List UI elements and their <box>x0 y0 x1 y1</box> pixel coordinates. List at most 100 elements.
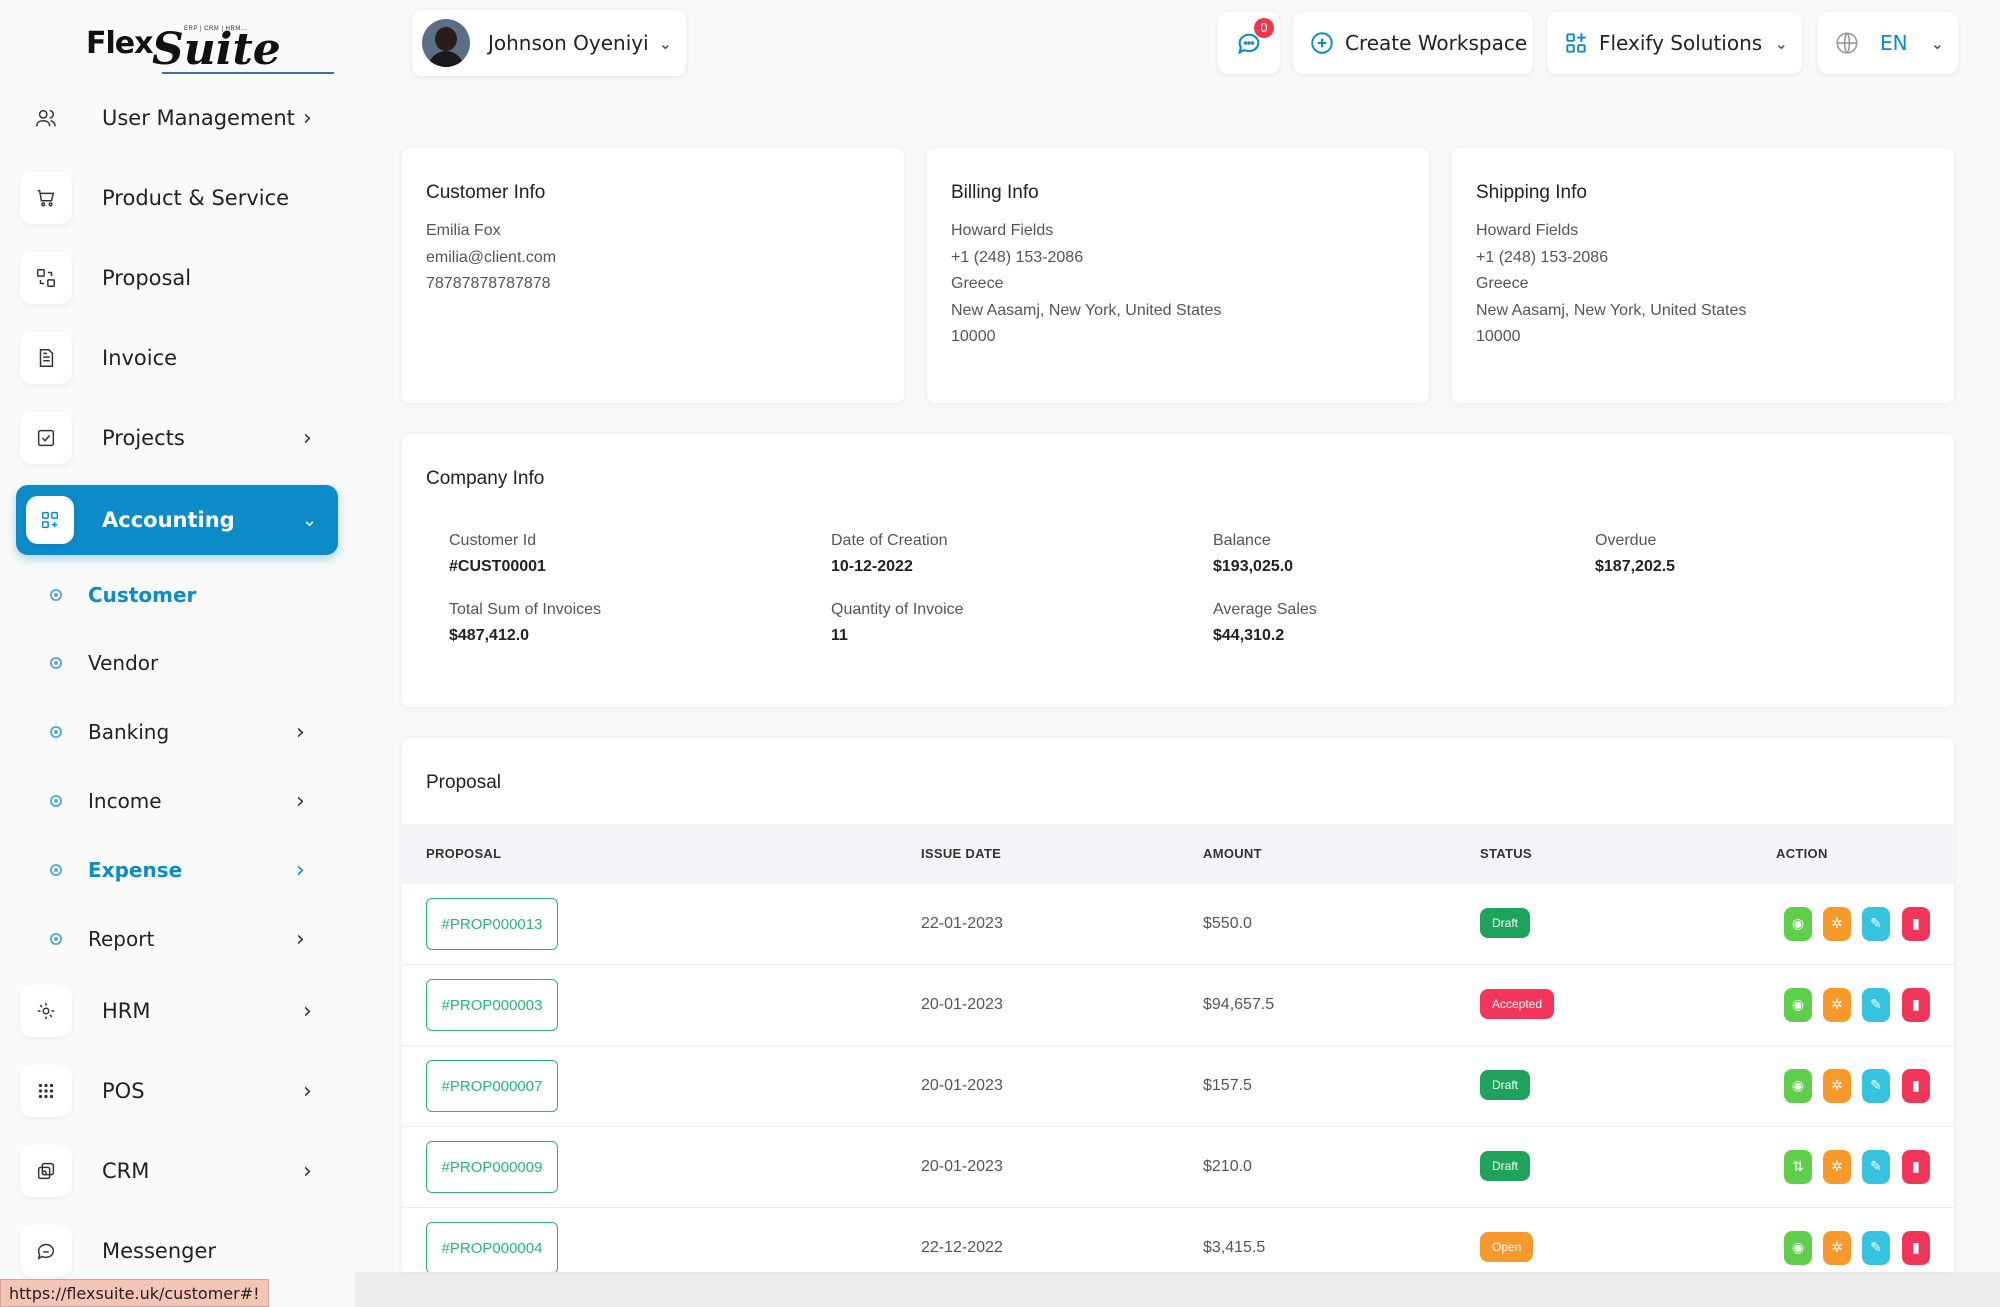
field-label: Customer Id <box>449 532 537 549</box>
invoice-icon <box>20 332 72 384</box>
sidebar-subitem-label: Banking <box>88 720 170 744</box>
sidebar-item-invoice[interactable]: Invoice <box>20 328 340 388</box>
sidebar-item-label: HRM <box>102 999 151 1023</box>
sidebar-subitem-customer[interactable]: Customer <box>50 575 340 615</box>
settings-icon[interactable]: ✲ <box>1823 988 1851 1022</box>
chevron-right-icon: › <box>296 926 305 952</box>
column-header: ISSUE DATE <box>921 846 1002 861</box>
chevron-down-icon: ⌄ <box>302 509 318 531</box>
table-row: #PROP000013 22-01-2023 $550.0 Draft ◉ ✲ … <box>402 884 1954 965</box>
issue-date: 20-01-2023 <box>921 1077 1003 1094</box>
field-label: Quantity of Invoice <box>831 601 964 618</box>
amount: $94,657.5 <box>1203 996 1275 1013</box>
sidebar-item-projects[interactable]: Projects › <box>20 408 340 468</box>
cart-icon <box>20 172 72 224</box>
edit-icon[interactable]: ✎ <box>1862 1231 1890 1265</box>
workspace-name: Flexify Solutions <box>1599 31 1763 55</box>
chevron-right-icon: › <box>303 425 312 451</box>
view-icon[interactable]: ◉ <box>1784 1231 1812 1265</box>
proposal-icon <box>20 252 72 304</box>
sidebar-subitem-banking[interactable]: Banking › <box>50 712 340 752</box>
field-value: 11 <box>831 627 848 644</box>
proposal-id-button[interactable]: #PROP000004 <box>426 1222 558 1272</box>
settings-icon[interactable]: ✲ <box>1823 907 1851 941</box>
sidebar-subitem-vendor[interactable]: Vendor <box>50 643 340 683</box>
issue-date: 20-01-2023 <box>921 1158 1003 1175</box>
user-menu[interactable]: Johnson Oyeniyi ⌄ <box>412 10 686 76</box>
edit-icon[interactable]: ✎ <box>1862 907 1890 941</box>
logo[interactable]: Flex ERP | CRM | HRM... Suite <box>84 24 334 75</box>
table-header: PROPOSAL ISSUE DATE AMOUNT STATUS ACTION <box>402 824 1954 884</box>
company-field-balance: Balance $193,025.0 <box>1213 532 1293 576</box>
chat-icon <box>20 1225 72 1277</box>
messages-button[interactable]: 0 <box>1218 12 1280 74</box>
proposal-id-button[interactable]: #PROP000009 <box>426 1141 558 1193</box>
sidebar-item-label: Messenger <box>102 1239 217 1263</box>
language-selector[interactable]: EN ⌄ <box>1818 12 1958 74</box>
amount: $550.0 <box>1203 915 1252 932</box>
customer-name: Emilia Fox <box>426 222 501 239</box>
sidebar-item-label: POS <box>102 1079 145 1103</box>
sidebar-item-proposal[interactable]: Proposal <box>20 248 340 308</box>
status-badge: Accepted <box>1480 989 1555 1019</box>
workspace-selector[interactable]: Flexify Solutions ⌄ <box>1547 12 1802 74</box>
field-value: #CUST00001 <box>449 558 546 575</box>
dots-grid-icon <box>20 1065 72 1117</box>
proposal-id-button[interactable]: #PROP000007 <box>426 1060 558 1112</box>
company-field-overdue: Overdue $187,202.5 <box>1595 532 1675 576</box>
sidebar-item-pos[interactable]: POS › <box>20 1061 340 1121</box>
convert-icon[interactable]: ⇅ <box>1784 1150 1812 1184</box>
chevron-right-icon: › <box>303 1158 312 1184</box>
sidebar-item-hrm[interactable]: HRM › <box>20 981 340 1041</box>
sidebar-item-accounting[interactable]: Accounting ⌄ <box>16 485 338 555</box>
status-badge: Open <box>1480 1232 1534 1262</box>
company-field-customer-id: Customer Id #CUST00001 <box>449 532 546 576</box>
sidebar-subitem-income[interactable]: Income › <box>50 781 340 821</box>
delete-icon[interactable]: ▮ <box>1902 1150 1930 1184</box>
grid-plus-icon <box>26 496 74 544</box>
column-header: ACTION <box>1776 846 1828 861</box>
edit-icon[interactable]: ✎ <box>1862 1150 1890 1184</box>
delete-icon[interactable]: ▮ <box>1902 907 1930 941</box>
view-icon[interactable]: ◉ <box>1784 907 1812 941</box>
proposal-id-button[interactable]: #PROP000003 <box>426 979 558 1031</box>
sidebar-item-crm[interactable]: CRM › <box>20 1141 340 1201</box>
column-header: PROPOSAL <box>426 846 502 861</box>
settings-icon[interactable]: ✲ <box>1823 1069 1851 1103</box>
view-icon[interactable]: ◉ <box>1784 1069 1812 1103</box>
settings-icon[interactable]: ✲ <box>1823 1231 1851 1265</box>
delete-icon[interactable]: ▮ <box>1902 1069 1930 1103</box>
bullet-icon <box>50 657 62 669</box>
sidebar-item-label: Projects <box>102 426 185 450</box>
proposal-id-button[interactable]: #PROP000013 <box>426 898 558 950</box>
create-workspace-button[interactable]: Create Workspace <box>1293 12 1533 74</box>
field-label: Overdue <box>1595 532 1657 549</box>
edit-icon[interactable]: ✎ <box>1862 988 1890 1022</box>
delete-icon[interactable]: ▮ <box>1902 988 1930 1022</box>
card-title: Proposal <box>426 772 501 793</box>
sidebar-item-user-management[interactable]: User Management › <box>20 88 340 148</box>
logo-text-suite: Suite <box>152 24 281 75</box>
company-field-average-sales: Average Sales $44,310.2 <box>1213 601 1317 645</box>
field-label: Average Sales <box>1213 601 1317 618</box>
column-header: AMOUNT <box>1203 846 1262 861</box>
column-header: STATUS <box>1480 846 1532 861</box>
card-title: Billing Info <box>951 182 1039 203</box>
field-label: Total Sum of Invoices <box>449 601 602 618</box>
view-icon[interactable]: ◉ <box>1784 988 1812 1022</box>
sidebar-subitem-label: Income <box>88 789 162 813</box>
sidebar-item-product-service[interactable]: Product & Service <box>20 168 340 228</box>
notification-badge: 0 <box>1254 18 1274 38</box>
chevron-right-icon: › <box>296 719 305 745</box>
settings-icon[interactable]: ✲ <box>1823 1150 1851 1184</box>
table-row: #PROP000004 22-12-2022 $3,415.5 Open ◉ ✲… <box>402 1208 1954 1272</box>
delete-icon[interactable]: ▮ <box>1902 1231 1930 1265</box>
chevron-down-icon: ⌄ <box>1930 33 1944 53</box>
sidebar-subitem-report[interactable]: Report › <box>50 919 340 959</box>
logo-text-flex: Flex <box>86 26 153 61</box>
sidebar-item-messenger[interactable]: Messenger <box>20 1221 340 1281</box>
edit-icon[interactable]: ✎ <box>1862 1069 1890 1103</box>
field-value: $487,412.0 <box>449 627 530 644</box>
chevron-down-icon: ⌄ <box>1774 33 1788 53</box>
sidebar-subitem-expense[interactable]: Expense › <box>50 850 340 890</box>
